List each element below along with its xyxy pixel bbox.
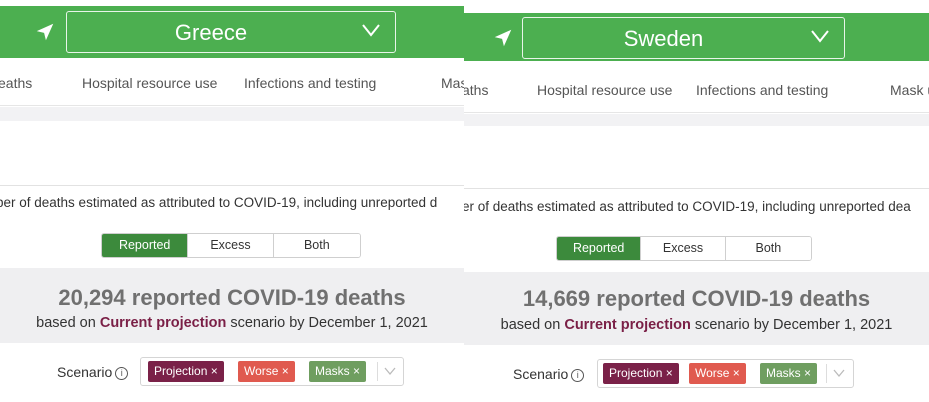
tab-masks[interactable]: Mas [441, 75, 464, 91]
toggle-both[interactable]: Both [272, 234, 360, 257]
country-select[interactable]: Sweden [522, 17, 845, 59]
based-on-text: based on [500, 317, 561, 333]
scenario-label-group: Scenario i [57, 364, 129, 380]
chevron-down-icon [811, 30, 829, 43]
scenario-subline: based on Current projection scenario by … [464, 317, 929, 333]
toggle-reported[interactable]: Reported [557, 237, 641, 260]
divider [0, 185, 464, 186]
chip-projection[interactable]: Projection × [148, 361, 224, 382]
country-select[interactable]: Greece [66, 11, 396, 53]
scenario-name: Current projection [99, 315, 227, 331]
headline-number: 20,294 [58, 285, 126, 310]
chart-description: ber of deaths estimated as attributed to… [0, 195, 438, 210]
scenario-label-group: Scenario i [513, 366, 585, 382]
chip-masks[interactable]: Masks × [760, 363, 818, 384]
select-separator [826, 364, 827, 383]
scenario-subline: based on Current projection scenario by … [0, 315, 464, 331]
tab-masks[interactable]: Mask u [890, 82, 929, 98]
based-on-text: based on [36, 315, 96, 331]
tab-hospital-resource-use[interactable]: Hospital resource use [537, 82, 672, 98]
nav-tabs: aths Hospital resource use Infections an… [464, 61, 929, 113]
headline: 20,294 reported COVID-19 deaths [0, 285, 464, 311]
info-icon[interactable]: i [571, 369, 585, 382]
country-select-value: Sweden [623, 26, 704, 51]
scenario-suffix: scenario by December 1, 2021 [694, 317, 893, 333]
chevron-down-icon[interactable] [384, 366, 396, 376]
select-separator [377, 362, 378, 381]
info-icon[interactable]: i [115, 367, 129, 380]
scenario-name: Current projection [564, 317, 691, 333]
comparison-screenshot: Greece eaths Hospital resource use Infec… [0, 0, 929, 402]
nav-tabs: eaths Hospital resource use Infections a… [0, 58, 464, 106]
tab-hospital-resource-use[interactable]: Hospital resource use [82, 75, 217, 91]
toggle-reported[interactable]: Reported [102, 234, 188, 257]
blank-area [0, 121, 464, 185]
toggle-excess[interactable]: Excess [640, 237, 725, 260]
chip-projection[interactable]: Projection × [603, 363, 679, 384]
location-arrow-icon[interactable] [492, 27, 514, 49]
headline: 14,669 reported COVID-19 deaths [464, 286, 929, 312]
tab-deaths[interactable]: aths [464, 82, 488, 98]
location-arrow-icon[interactable] [34, 21, 56, 43]
headline-text: reported COVID-19 deaths [131, 285, 406, 310]
reported-excess-toggle: Reported Excess Both [556, 236, 812, 261]
chip-worse[interactable]: Worse × [689, 363, 746, 384]
chart-description: er of deaths estimated as attributed to … [464, 199, 911, 214]
chevron-down-icon [362, 24, 380, 37]
summary-box: 14,669 reported COVID-19 deaths based on… [464, 272, 929, 345]
tab-infections-testing[interactable]: Infections and testing [696, 82, 828, 98]
reported-excess-toggle: Reported Excess Both [101, 233, 361, 258]
headline-number: 14,669 [522, 286, 591, 311]
top-bar: Greece [0, 6, 464, 58]
divider [464, 188, 929, 189]
top-bar: Sweden [464, 13, 929, 61]
chip-worse[interactable]: Worse × [238, 361, 295, 382]
chevron-down-icon[interactable] [833, 368, 845, 378]
scenario-multiselect[interactable]: Projection × Worse × Masks × [597, 359, 854, 388]
toggle-excess[interactable]: Excess [187, 234, 273, 257]
right-panel: Sweden aths Hospital resource use Infect… [464, 0, 929, 402]
tab-infections-testing[interactable]: Infections and testing [244, 75, 376, 91]
headline-text: reported COVID-19 deaths [596, 286, 871, 311]
blank-area [464, 126, 929, 188]
toggle-both[interactable]: Both [724, 237, 811, 260]
left-panel: Greece eaths Hospital resource use Infec… [0, 0, 464, 402]
scenario-suffix: scenario by December 1, 2021 [230, 315, 428, 331]
scenario-multiselect[interactable]: Projection × Worse × Masks × [140, 357, 404, 386]
section-spacer [0, 107, 464, 121]
section-spacer [464, 114, 929, 126]
summary-box: 20,294 reported COVID-19 deaths based on… [0, 268, 464, 343]
country-select-value: Greece [174, 20, 248, 45]
scenario-label: Scenario [57, 364, 113, 380]
chip-masks[interactable]: Masks × [309, 361, 367, 382]
tab-deaths[interactable]: eaths [0, 75, 32, 91]
scenario-label: Scenario [513, 366, 569, 382]
